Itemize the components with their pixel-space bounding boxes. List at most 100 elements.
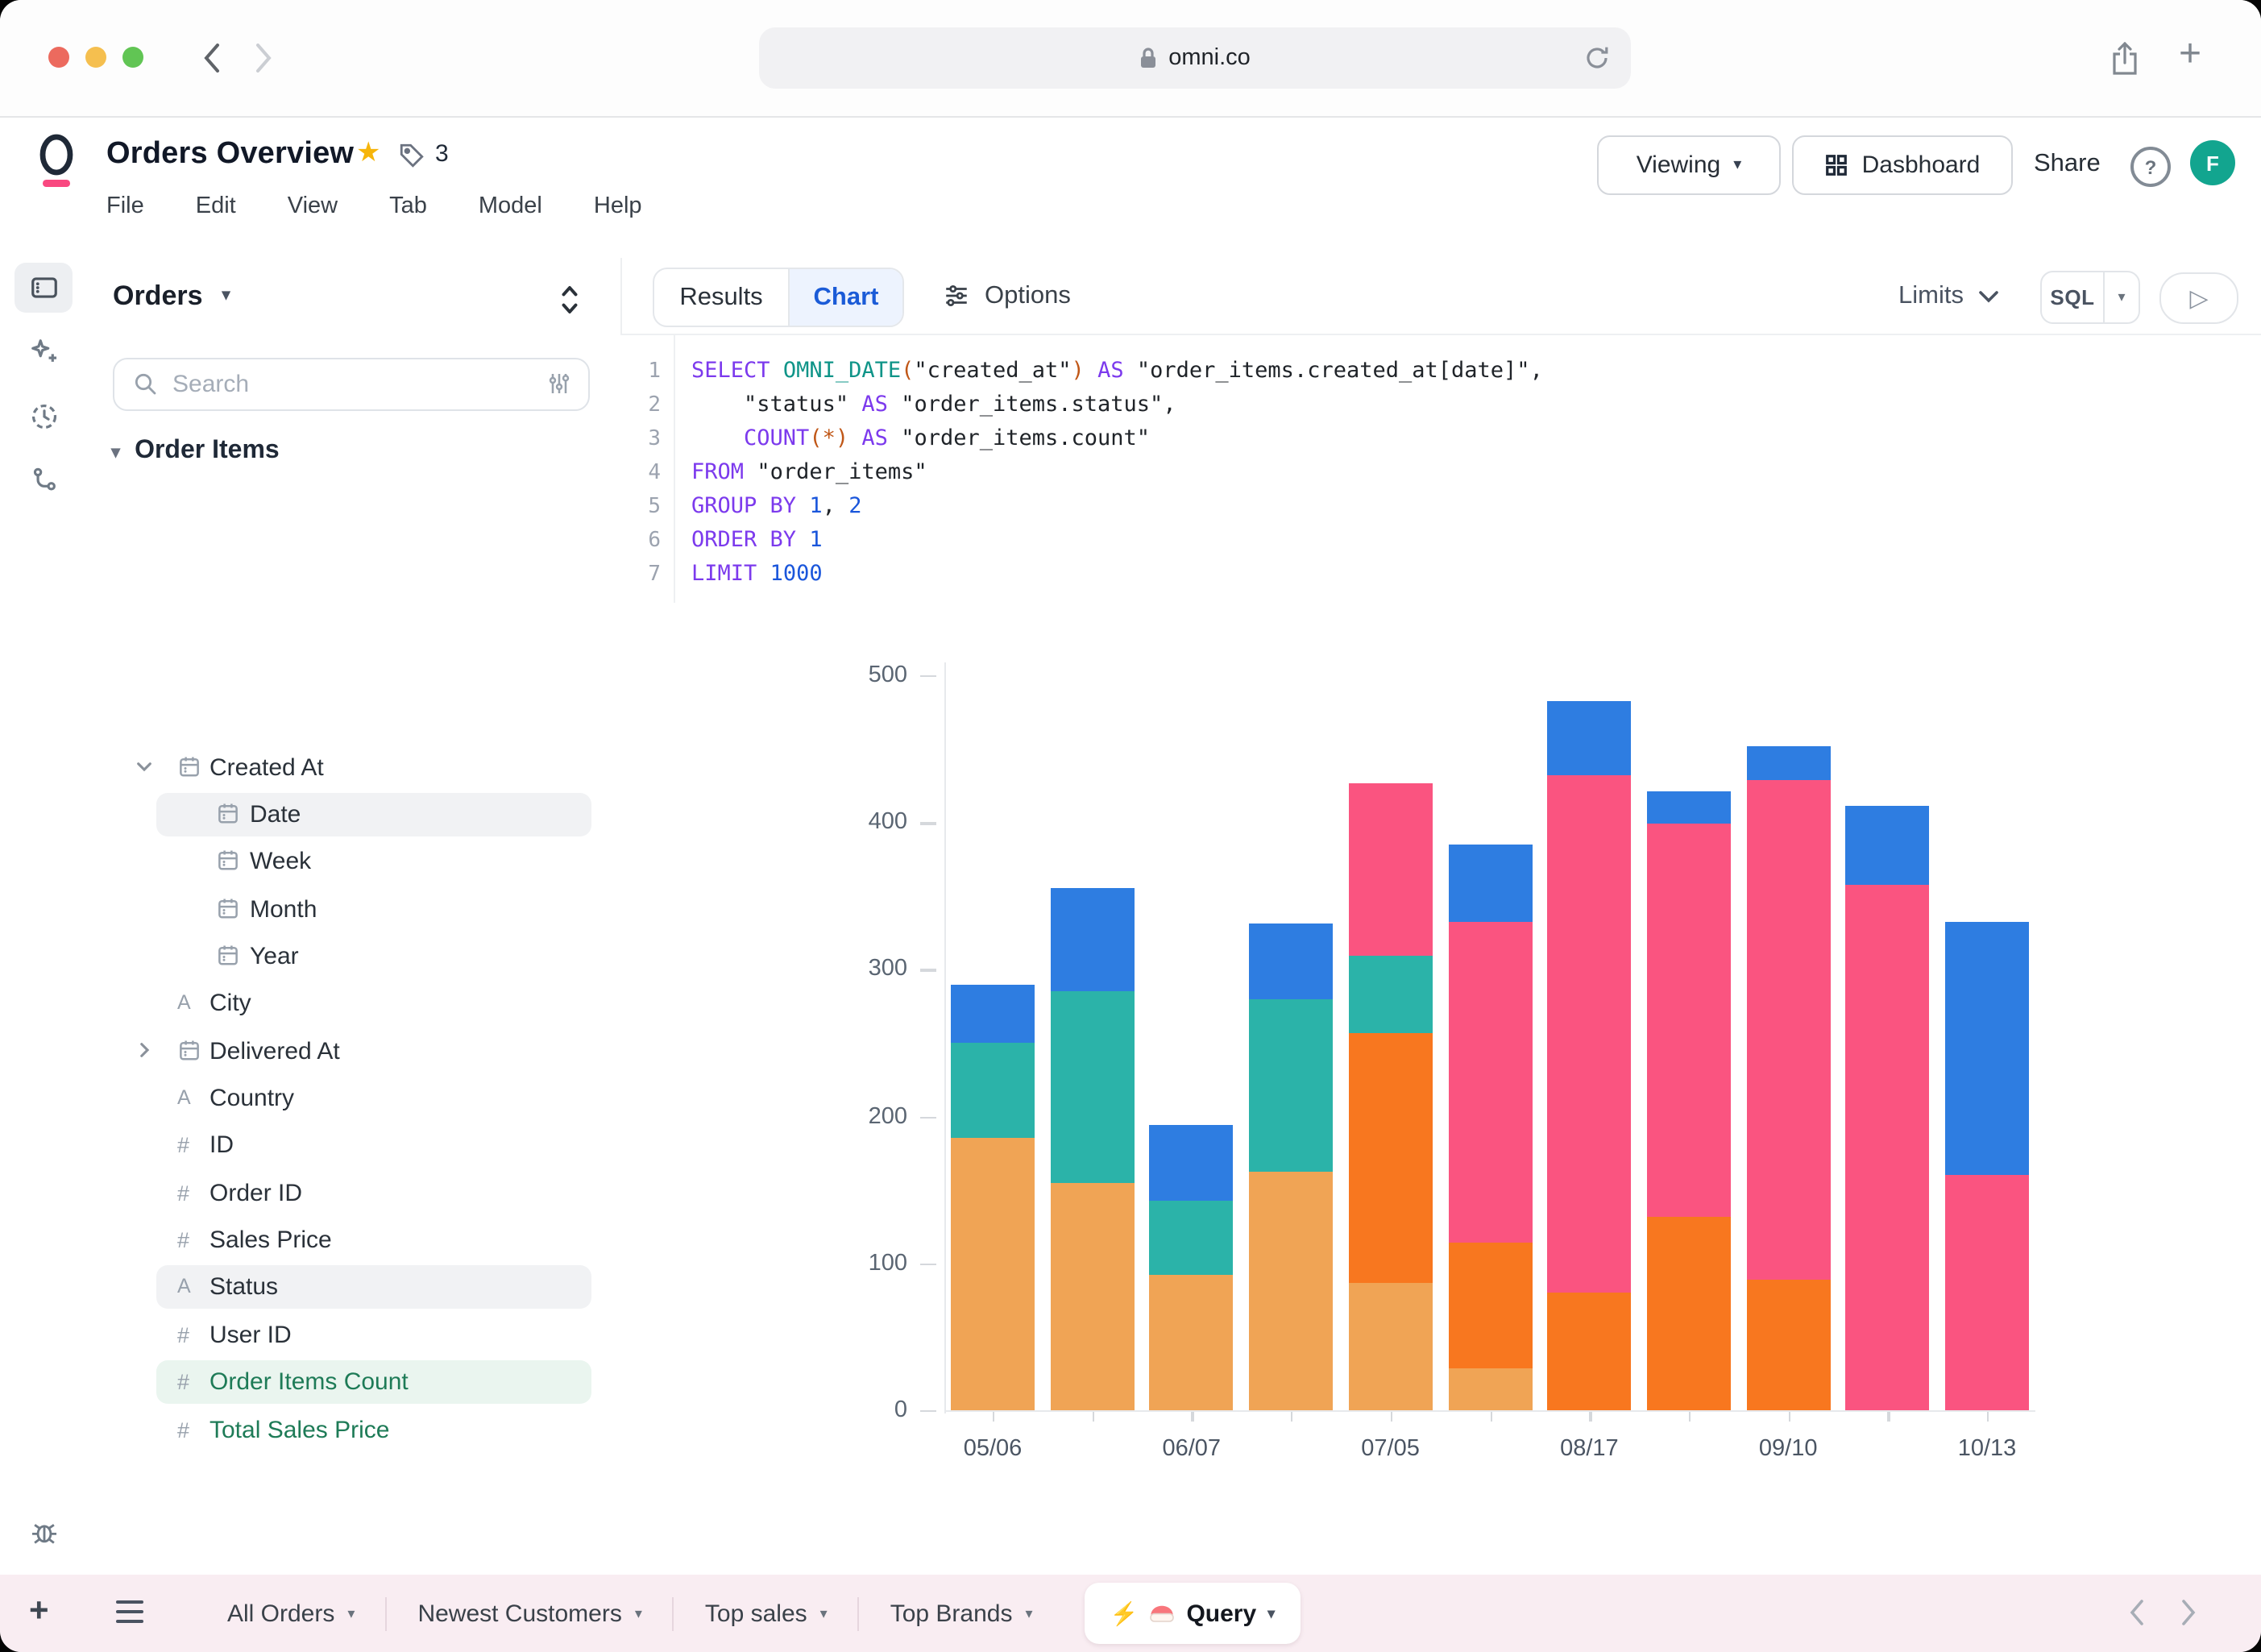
bar-segment-blue[interactable] [1846,806,1930,885]
share-button[interactable]: Share [2034,135,2101,192]
close-window-button[interactable] [48,47,69,68]
bar-segment-blue[interactable] [1746,746,1830,780]
tab-newest-customers[interactable]: Newest Customers▾ [387,1600,672,1627]
view-header-order-items[interactable]: ▾ Order Items [111,437,280,466]
model-selector[interactable]: Orders ▾ [113,280,230,313]
collapse-expand-icon[interactable] [558,282,582,318]
bar-segment-blue[interactable] [951,984,1035,1043]
bar-segment-blue[interactable] [1547,700,1631,775]
minimize-window-button[interactable] [85,47,106,68]
bar-segment-amber[interactable] [1249,1173,1333,1410]
bar-segment-pink[interactable] [1945,1175,2029,1410]
tabs-scroll-left-icon[interactable] [2129,1599,2145,1626]
field-row-user-id[interactable]: #User ID [95,1314,598,1357]
branch-icon[interactable] [15,456,73,506]
bar-segment-orange[interactable] [1448,1243,1532,1369]
address-bar[interactable]: omni.co [759,27,1631,89]
tab-results[interactable]: Results [654,269,788,326]
bar-segment-blue[interactable] [1249,924,1333,998]
bar-segment-amber[interactable] [1050,1182,1134,1410]
bar-segment-orange[interactable] [1647,1216,1731,1410]
options-button[interactable]: Options [943,268,1071,324]
field-row-total-sales-price[interactable]: #Total Sales Price [95,1408,598,1451]
bar-segment-teal[interactable] [1249,998,1333,1172]
search-box[interactable] [113,358,590,411]
bar-segment-teal[interactable] [1349,956,1433,1032]
fields-panel-icon[interactable] [15,263,73,313]
bar-segment-amber[interactable] [1349,1282,1433,1410]
forward-button[interactable] [255,44,272,73]
bar-segment-orange[interactable] [1746,1280,1830,1410]
bar-segment-teal[interactable] [1150,1200,1234,1275]
bar-segment-blue[interactable] [1150,1125,1234,1200]
menu-item-model[interactable]: Model [479,193,542,219]
bar-segment-orange[interactable] [1547,1293,1631,1410]
zoom-window-button[interactable] [122,47,143,68]
menu-item-edit[interactable]: Edit [196,193,236,219]
viewing-dropdown[interactable]: Viewing ▾ [1597,135,1781,195]
tab-all-orders[interactable]: All Orders▾ [197,1600,385,1627]
menu-item-file[interactable]: File [106,193,144,219]
bar-segment-amber[interactable] [951,1139,1035,1410]
chevron-down-icon[interactable] [134,755,155,776]
search-filter-icon[interactable] [546,371,572,396]
bar-segment-blue[interactable] [1647,791,1731,824]
field-row-id[interactable]: #ID [95,1124,598,1168]
menu-item-help[interactable]: Help [594,193,642,219]
field-row-order-items-count[interactable]: #Order Items Count [95,1360,598,1404]
search-input[interactable] [169,361,514,408]
field-row-country[interactable]: ACountry [95,1077,598,1120]
field-row-delivered-at[interactable]: Delivered At [95,1029,598,1073]
tab-list-menu-icon[interactable] [116,1600,143,1629]
tabs-scroll-right-icon[interactable] [2180,1599,2197,1626]
ai-sparkle-icon[interactable] [15,327,73,377]
bar-segment-pink[interactable] [1448,922,1532,1243]
bar-segment-pink[interactable] [1547,775,1631,1293]
dashboard-button[interactable]: Dasbhoard [1792,135,2013,195]
reload-icon[interactable] [1584,45,1610,71]
bar-segment-blue[interactable] [1448,845,1532,923]
field-row-month[interactable]: Month [95,887,598,931]
bar-segment-amber[interactable] [1448,1369,1532,1410]
field-row-week[interactable]: Week [95,840,598,883]
bar-segment-pink[interactable] [1746,780,1830,1280]
history-clock-icon[interactable] [15,392,73,442]
sql-button[interactable]: SQL ▾ [2040,271,2140,324]
bar-segment-teal[interactable] [951,1043,1035,1139]
field-row-status[interactable]: AStatus [95,1266,598,1310]
tab-top-brands[interactable]: Top Brands▾ [860,1600,1064,1627]
tag-icon[interactable] [398,142,425,169]
new-tab-button[interactable]: + [2179,32,2201,77]
field-row-order-id[interactable]: #Order ID [95,1171,598,1214]
field-row-year[interactable]: Year [95,935,598,978]
field-row-date[interactable]: Date [95,793,598,836]
tab-query-active[interactable]: ⚡Query▾ [1085,1583,1301,1644]
tab-chart[interactable]: Chart [788,269,902,326]
field-row-created-at[interactable]: Created At [95,745,598,789]
field-row-city[interactable]: ACity [95,982,598,1026]
favorite-star-icon[interactable]: ★ [356,137,381,169]
menu-item-view[interactable]: View [288,193,338,219]
bug-icon[interactable] [15,1507,73,1557]
bar-segment-blue[interactable] [1945,922,2029,1175]
field-row-sales-price[interactable]: #Sales Price [95,1218,598,1262]
bar-segment-pink[interactable] [1647,824,1731,1216]
add-tab-button[interactable]: + [29,1592,49,1631]
bar-segment-teal[interactable] [1050,991,1134,1182]
share-page-icon[interactable] [2111,42,2139,76]
avatar[interactable]: F [2190,140,2235,185]
bar-segment-amber[interactable] [1150,1275,1234,1410]
bar-segment-pink[interactable] [1349,784,1433,956]
bar-segment-orange[interactable] [1349,1032,1433,1282]
limits-dropdown[interactable]: Limits [1898,268,1999,324]
back-button[interactable] [203,44,221,73]
tab-top-sales[interactable]: Top sales▾ [674,1600,858,1627]
bar-segment-pink[interactable] [1846,886,1930,1410]
menu-item-tab[interactable]: Tab [389,193,427,219]
sql-dropdown-caret[interactable]: ▾ [2105,290,2139,305]
sql-editor[interactable]: 1234567 SELECT OMNI_DATE("created_at") A… [620,334,2261,606]
chevron-right-icon[interactable] [134,1039,155,1060]
run-query-button[interactable]: ▷ [2159,272,2238,324]
bar-segment-blue[interactable] [1050,888,1134,991]
help-button[interactable]: ? [2130,147,2171,187]
